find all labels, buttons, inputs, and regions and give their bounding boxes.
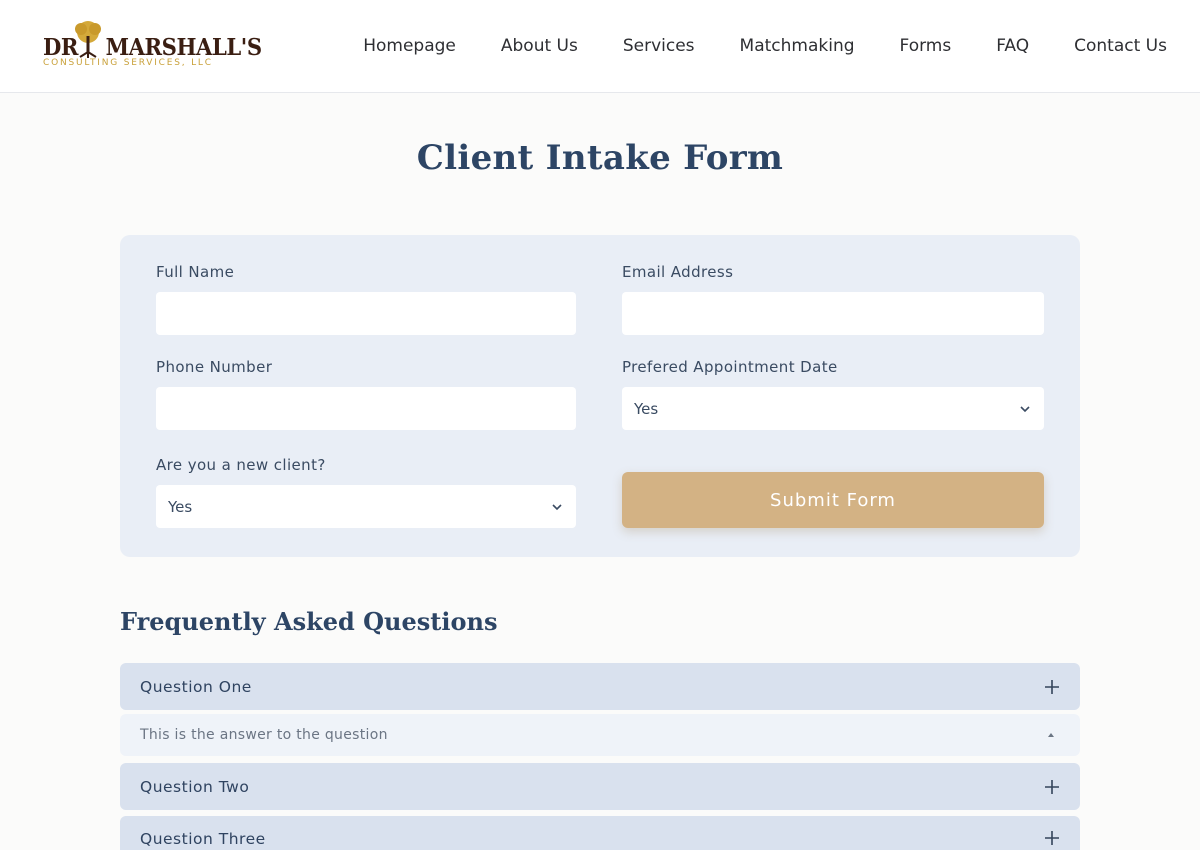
- plus-icon: [1045, 679, 1059, 694]
- appointment-date-select[interactable]: Yes: [622, 387, 1044, 430]
- tree-icon: [75, 21, 101, 58]
- submit-form-button[interactable]: Submit Form: [622, 472, 1044, 528]
- nav-faq[interactable]: FAQ: [996, 34, 1029, 58]
- caret-up-icon[interactable]: [1046, 730, 1056, 740]
- nav-forms[interactable]: Forms: [900, 34, 952, 58]
- nav-matchmaking[interactable]: Matchmaking: [740, 34, 855, 58]
- logo-tagline: CONSULTING SERVICES, LLC: [43, 58, 213, 68]
- faq-question-text: Question Three: [140, 830, 266, 848]
- faq-question-text: Question One: [140, 677, 252, 696]
- faq-question-two[interactable]: Question Two: [120, 763, 1080, 810]
- nav-homepage[interactable]: Homepage: [363, 34, 456, 58]
- new-client-value: Yes: [168, 497, 193, 516]
- chevron-down-icon: [552, 503, 562, 510]
- intake-form: Full Name Email Address Phone Number Pre…: [120, 235, 1080, 557]
- appointment-date-value: Yes: [634, 399, 659, 418]
- plus-icon: [1045, 779, 1059, 794]
- email-label: Email Address: [622, 263, 734, 281]
- faq-question-three[interactable]: Question Three: [120, 816, 1080, 850]
- faq-question-one[interactable]: Question One: [120, 663, 1080, 710]
- phone-input[interactable]: [156, 387, 576, 430]
- nav-contact-us[interactable]: Contact Us: [1074, 34, 1167, 58]
- full-name-label: Full Name: [156, 263, 235, 281]
- faq-question-text: Question Two: [140, 777, 250, 796]
- faq-answer-one: This is the answer to the question: [120, 714, 1080, 756]
- faq-title: Frequently Asked Questions: [120, 607, 498, 636]
- phone-label: Phone Number: [156, 358, 273, 376]
- chevron-down-icon: [1020, 405, 1030, 412]
- plus-icon: [1045, 831, 1059, 845]
- site-logo[interactable]: DR MARSHALL'S CONSULTING SERVICES, LLC: [43, 18, 262, 74]
- faq-answer-text: This is the answer to the question: [140, 727, 388, 743]
- new-client-select[interactable]: Yes: [156, 485, 576, 528]
- email-input[interactable]: [622, 292, 1044, 335]
- new-client-label: Are you a new client?: [156, 456, 326, 474]
- site-header: DR MARSHALL'S CONSULTING SERVICES, LLC Ho…: [0, 0, 1200, 93]
- nav-about-us[interactable]: About Us: [501, 34, 578, 58]
- full-name-input[interactable]: [156, 292, 576, 335]
- logo-wordmark: DR MARSHALL'S: [43, 34, 262, 61]
- main-nav: Homepage About Us Services Matchmaking F…: [363, 34, 1167, 58]
- page-title: Client Intake Form: [416, 138, 784, 178]
- appointment-date-label: Prefered Appointment Date: [622, 358, 838, 376]
- nav-services[interactable]: Services: [623, 34, 695, 58]
